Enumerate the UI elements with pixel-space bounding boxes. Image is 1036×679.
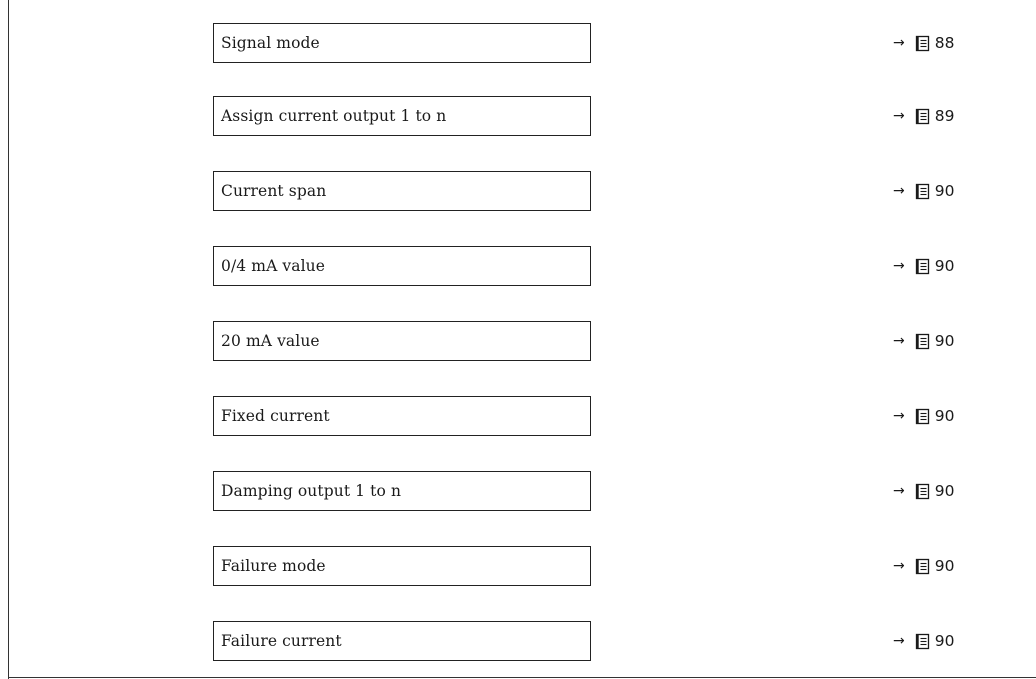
page-number: 90: [934, 557, 955, 575]
parameter-row: Damping output 1 to n → 90: [0, 471, 1036, 513]
page-reference[interactable]: → 90: [893, 396, 954, 436]
book-icon: [914, 633, 931, 650]
parameter-box[interactable]: Failure mode: [213, 546, 591, 586]
parameter-box[interactable]: Failure current: [213, 621, 591, 661]
book-icon: [914, 408, 931, 425]
book-icon: [914, 483, 931, 500]
arrow-right-icon: →: [893, 483, 905, 499]
parameter-row: Failure mode → 90: [0, 546, 1036, 588]
page-reference[interactable]: → 90: [893, 321, 954, 361]
parameter-row: Signal mode → 88: [0, 23, 1036, 65]
page-number: 90: [934, 632, 955, 650]
parameter-box[interactable]: 20 mA value: [213, 321, 591, 361]
parameter-row: Assign current output 1 to n → 89: [0, 96, 1036, 138]
page-reference[interactable]: → 90: [893, 546, 954, 586]
parameter-row: 0/4 mA value → 90: [0, 246, 1036, 288]
parameter-row: Fixed current → 90: [0, 396, 1036, 438]
book-icon: [914, 258, 931, 275]
parameter-box[interactable]: 0/4 mA value: [213, 246, 591, 286]
page-number: 90: [934, 332, 955, 350]
arrow-right-icon: →: [893, 35, 905, 51]
page-number: 90: [934, 182, 955, 200]
arrow-right-icon: →: [893, 633, 905, 649]
page-number: 89: [934, 107, 955, 125]
page-reference[interactable]: → 90: [893, 621, 954, 661]
arrow-right-icon: →: [893, 108, 905, 124]
page-number: 90: [934, 257, 955, 275]
parameter-box[interactable]: Fixed current: [213, 396, 591, 436]
book-icon: [914, 108, 931, 125]
parameter-row: Current span → 90: [0, 171, 1036, 213]
frame-bottom-border: [8, 677, 1036, 678]
page-reference[interactable]: → 90: [893, 171, 954, 211]
book-icon: [914, 35, 931, 52]
parameter-box[interactable]: Current span: [213, 171, 591, 211]
page-number: 90: [934, 482, 955, 500]
arrow-right-icon: →: [893, 183, 905, 199]
parameter-box[interactable]: Signal mode: [213, 23, 591, 63]
page-reference[interactable]: → 89: [893, 96, 954, 136]
page-reference[interactable]: → 90: [893, 471, 954, 511]
page-number: 88: [934, 34, 955, 52]
page-reference[interactable]: → 88: [893, 23, 954, 63]
arrow-right-icon: →: [893, 408, 905, 424]
book-icon: [914, 183, 931, 200]
parameter-box[interactable]: Damping output 1 to n: [213, 471, 591, 511]
parameter-row: Failure current → 90: [0, 621, 1036, 663]
page-number: 90: [934, 407, 955, 425]
arrow-right-icon: →: [893, 333, 905, 349]
arrow-right-icon: →: [893, 258, 905, 274]
parameter-box[interactable]: Assign current output 1 to n: [213, 96, 591, 136]
book-icon: [914, 558, 931, 575]
arrow-right-icon: →: [893, 558, 905, 574]
book-icon: [914, 333, 931, 350]
page-reference[interactable]: → 90: [893, 246, 954, 286]
parameter-row: 20 mA value → 90: [0, 321, 1036, 363]
